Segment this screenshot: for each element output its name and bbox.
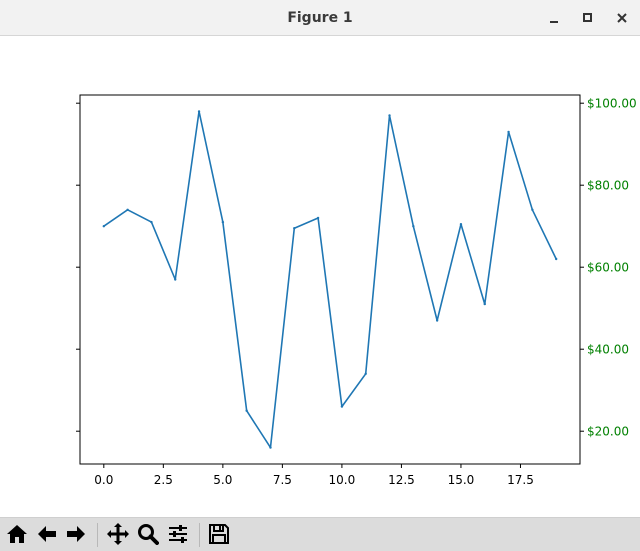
data-point (316, 216, 320, 220)
x-tick-label: 0.0 (94, 473, 113, 487)
data-point (293, 227, 296, 230)
save-button[interactable] (206, 521, 232, 547)
line-chart: 0.0 2.5 5.0 7.5 10.0 12.5 15.0 17.5 $20.00 $40.00… (76, 94, 637, 487)
right-y-tick-label: $100.00 (587, 97, 637, 111)
close-icon (617, 13, 627, 23)
data-point (197, 110, 201, 113)
figure-canvas[interactable]: 0.0 2.5 5.0 7.5 10.0 12.5 15.0 17.5 $20.00 $40.00… (0, 37, 640, 517)
x-tick-label: 5.0 (213, 473, 232, 487)
configure-subplots-button[interactable] (165, 521, 191, 547)
minimize-icon (550, 21, 558, 23)
axes-frame (79, 94, 581, 465)
x-tick-label: 10.0 (329, 473, 356, 487)
maximize-icon (583, 13, 592, 22)
pan-icon (107, 523, 129, 545)
home-icon (7, 525, 27, 543)
data-point (102, 225, 106, 228)
data-point (174, 278, 177, 281)
home-button[interactable] (4, 521, 30, 547)
x-tick-label: 17.5 (507, 473, 534, 487)
data-point (150, 220, 153, 224)
maximize-button[interactable] (578, 8, 598, 28)
right-y-tick-label: $20.00 (587, 425, 629, 439)
forward-icon (67, 526, 85, 542)
right-y-tick-label: $40.00 (587, 343, 629, 357)
series-line (103, 110, 557, 449)
x-tick-label: 12.5 (388, 473, 415, 487)
data-point (221, 220, 225, 224)
configure-subplots-icon (169, 525, 187, 543)
data-point (412, 225, 415, 228)
right-y-tick-label: $80.00 (587, 179, 629, 193)
window-titlebar: Figure 1 (0, 0, 640, 36)
zoom-button[interactable] (135, 521, 161, 547)
data-point (435, 319, 439, 322)
right-y-tick-label: $60.00 (587, 261, 629, 275)
data-point (245, 409, 248, 412)
toolbar-separator (199, 523, 200, 547)
data-point (483, 302, 486, 306)
minimize-button[interactable] (544, 8, 564, 28)
x-tick-label: 7.5 (273, 473, 292, 487)
data-point (507, 130, 510, 134)
data-point (340, 405, 344, 408)
data-point (126, 208, 129, 211)
data-point (269, 446, 272, 449)
back-icon (38, 526, 56, 542)
data-point (388, 114, 391, 117)
x-tick-label: 2.5 (154, 473, 173, 487)
navigation-toolbar (0, 517, 640, 551)
forward-button[interactable] (63, 521, 89, 547)
x-tick-label: 15.0 (448, 473, 475, 487)
close-button[interactable] (612, 8, 632, 28)
data-point (364, 372, 367, 375)
data-point (459, 222, 463, 226)
data-point (554, 257, 558, 261)
pan-button[interactable] (105, 521, 131, 547)
zoom-icon (138, 524, 159, 545)
back-button[interactable] (34, 521, 60, 547)
save-icon (209, 524, 229, 544)
toolbar-separator (97, 523, 98, 547)
data-point (531, 208, 534, 211)
